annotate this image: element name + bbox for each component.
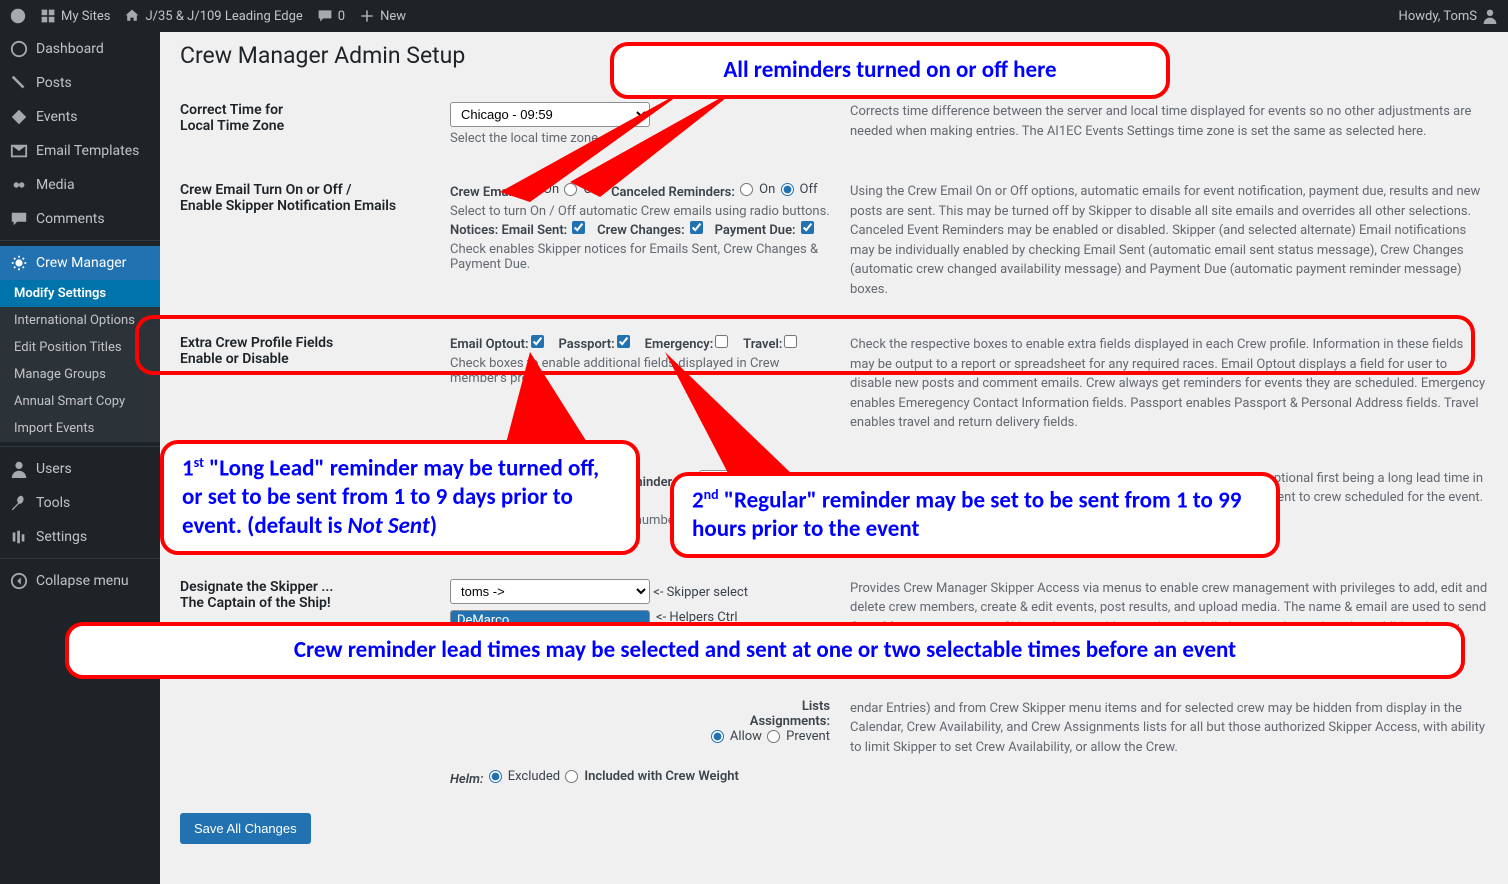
label-skipper: Designate the Skipper ... The Captain of… — [180, 579, 450, 611]
checkbox-payment-due[interactable] — [801, 221, 814, 234]
adminbar-site[interactable]: J/35 & J/109 Leading Edge — [124, 8, 302, 24]
select-timezone[interactable]: Chicago - 09:59 — [450, 102, 650, 127]
adminbar-comments[interactable]: 0 — [317, 8, 345, 24]
radio-helm-excluded[interactable] — [489, 770, 502, 783]
admin-sidebar: Dashboard Posts Events Email Templates M… — [0, 32, 160, 884]
checkbox-crew-changes[interactable] — [690, 221, 703, 234]
submenu-international[interactable]: International Options — [0, 307, 160, 334]
select-skipper[interactable]: toms -> — [450, 579, 650, 604]
menu-settings[interactable]: Settings — [0, 520, 160, 554]
menu-dashboard[interactable]: Dashboard — [0, 32, 160, 66]
menu-email-templates[interactable]: Email Templates — [0, 134, 160, 168]
radio-crew-email-off[interactable] — [564, 183, 577, 196]
menu-media[interactable]: Media — [0, 168, 160, 202]
hint-skipper-notices: Check enables Skipper notices for Emails… — [450, 242, 830, 272]
checkbox-travel[interactable] — [784, 335, 797, 348]
hint-extra-fields: Check boxes to enable additional fields … — [450, 356, 830, 386]
admin-bar: My Sites J/35 & J/109 Leading Edge 0 New… — [0, 0, 1508, 32]
label-extra-fields: Extra Crew Profile Fields Enable or Disa… — [180, 335, 450, 367]
submenu-modify-settings[interactable]: Modify Settings — [0, 280, 160, 307]
adminbar-howdy[interactable]: Howdy, TomS — [1399, 8, 1498, 24]
submenu-crew-manager: Modify Settings International Options Ed… — [0, 280, 160, 442]
desc-crew-email: Using the Crew Email On or Off options, … — [850, 182, 1488, 299]
adminbar-new[interactable]: New — [359, 8, 406, 24]
desc-timezone: Corrects time difference between the ser… — [850, 102, 1488, 141]
label-notices: Notices: Email Sent: — [450, 223, 567, 238]
checkbox-email-optout[interactable] — [531, 335, 544, 348]
submenu-import-events[interactable]: Import Events — [0, 415, 160, 442]
submenu-manage-groups[interactable]: Manage Groups — [0, 361, 160, 388]
menu-events[interactable]: Events — [0, 100, 160, 134]
content-area: Crew Manager Admin Setup Correct Time fo… — [160, 32, 1508, 884]
radio-canceled-off[interactable] — [781, 183, 794, 196]
radio-canceled-on[interactable] — [740, 183, 753, 196]
menu-comments[interactable]: Comments — [0, 202, 160, 236]
label-payment-due: Payment Due: — [715, 223, 796, 238]
submenu-annual-copy[interactable]: Annual Smart Copy — [0, 388, 160, 415]
radio-avail-allow[interactable] — [711, 730, 724, 743]
callout-right: 2nd "Regular" reminder may be set to be … — [670, 472, 1280, 558]
menu-collapse[interactable]: Collapse menu — [0, 564, 160, 598]
checkbox-email-sent[interactable] — [572, 221, 585, 234]
label-skipper-arrow: <- Skipper select — [653, 585, 748, 600]
callout-top: All reminders turned on or off here — [610, 42, 1170, 99]
callout-bottom: Crew reminder lead times may be selected… — [65, 622, 1465, 679]
label-timezone: Correct Time for Local Time Zone — [180, 102, 450, 134]
radio-crew-email-on[interactable] — [524, 183, 537, 196]
desc-hide-crew: endar Entries) and from Crew Skipper men… — [850, 699, 1488, 758]
radio-helm-included[interactable] — [565, 770, 578, 783]
save-button[interactable]: Save All Changes — [180, 813, 311, 844]
menu-posts[interactable]: Posts — [0, 66, 160, 100]
submenu-edit-positions[interactable]: Edit Position Titles — [0, 334, 160, 361]
hint-crew-email-radio: Select to turn On / Off automatic Crew e… — [450, 204, 830, 219]
callout-left: 1st "Long Lead" reminder may be turned o… — [160, 440, 640, 555]
desc-extra-fields: Check the respective boxes to enable ext… — [850, 335, 1488, 433]
menu-users[interactable]: Users — [0, 452, 160, 486]
checkbox-passport[interactable] — [617, 335, 630, 348]
adminbar-wp-icon[interactable] — [10, 8, 26, 24]
label-crew-email: Crew Email Turn On or Off / Enable Skipp… — [180, 182, 450, 214]
checkbox-emergency[interactable] — [715, 335, 728, 348]
radio-avail-prevent[interactable] — [767, 730, 780, 743]
menu-tools[interactable]: Tools — [0, 486, 160, 520]
label-canceled-reminders: Canceled Reminders: — [611, 185, 735, 200]
label-crew-email-inline: Crew Email: — [450, 185, 519, 200]
adminbar-mysites[interactable]: My Sites — [40, 8, 110, 24]
hint-timezone: Select the local time zone — [450, 131, 830, 146]
menu-crew-manager[interactable]: Crew Manager — [0, 246, 160, 280]
label-crew-changes: Crew Changes: — [597, 223, 685, 238]
